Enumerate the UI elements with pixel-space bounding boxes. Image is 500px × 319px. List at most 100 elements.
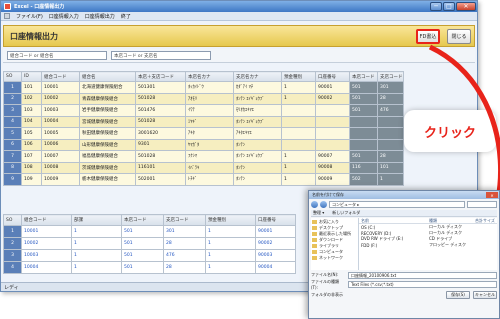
cell[interactable]: 10004 (21, 261, 72, 274)
cell[interactable]: 501028 (135, 150, 186, 163)
cell[interactable]: 3001620 (135, 127, 186, 140)
cell[interactable] (281, 115, 316, 128)
cell[interactable]: 10002 (21, 237, 72, 250)
cell[interactable]: 1 (281, 92, 316, 105)
cell[interactable]: 青森健康保険組合 (79, 92, 136, 105)
address-bar[interactable]: コンピュータ ▸ (329, 201, 465, 208)
cell[interactable]: 1 (205, 249, 256, 262)
cell[interactable]: 山形健康保険組合 (79, 138, 136, 151)
table-row[interactable]: 3 103 10003 岩手健康保険組合 501476 ｲﾜﾃ ﾓﾘｵｶｴｷﾏｴ… (3, 104, 404, 117)
filename-input[interactable]: 口座情報_20100906.txt (348, 271, 497, 279)
cell[interactable] (281, 127, 316, 140)
cell[interactable]: 502 (349, 173, 378, 186)
menu-exit[interactable]: 終了 (121, 13, 131, 20)
dialog-close-button[interactable]: ✕ (486, 192, 498, 198)
cell[interactable]: 501 (349, 104, 378, 117)
cell[interactable]: 501 (121, 261, 164, 274)
table-row[interactable]: 3 10003 1 501 476 1 90003 (3, 249, 296, 262)
cell[interactable] (349, 127, 378, 140)
cell[interactable]: ｱｵﾓﾘ (185, 92, 234, 105)
cell[interactable]: ﾎﾝﾃﾝ (233, 161, 282, 174)
col-header[interactable]: 部課 (71, 214, 122, 226)
cell[interactable]: ﾎﾝﾃﾝ ｴｲｷﾞｮｳﾌﾞ (233, 115, 282, 128)
cell[interactable] (315, 104, 350, 117)
cell[interactable]: 1 (205, 225, 256, 238)
cell[interactable]: 301 (377, 81, 404, 94)
menu-account-output[interactable]: 口座情報出力 (85, 13, 115, 20)
cell[interactable]: ﾌｸｼﾏ (185, 150, 234, 163)
list-item[interactable]: FDD (F:) フロッピー ディスク (359, 242, 497, 248)
table-row[interactable]: 7 107 10007 福島健康保険組合 501028 ﾌｸｼﾏ ﾎﾝﾃﾝ ｴｲ… (3, 150, 404, 163)
cell[interactable]: 90007 (315, 150, 350, 163)
cell[interactable]: 501 (349, 150, 378, 163)
window-close-button[interactable]: ✕ (456, 2, 476, 11)
cell[interactable]: 116 (349, 161, 378, 174)
cell[interactable]: 501 (121, 225, 164, 238)
cell[interactable]: 10004 (41, 115, 80, 128)
cell[interactable]: 28 (377, 92, 404, 105)
cell[interactable]: 秋田健康保険組合 (79, 127, 136, 140)
cell[interactable]: 90008 (315, 161, 350, 174)
cell[interactable]: 10001 (41, 81, 80, 94)
col-header[interactable]: ID (21, 71, 42, 82)
cell[interactable]: 90002 (315, 92, 350, 105)
cell[interactable]: 90004 (255, 261, 296, 274)
row-number[interactable]: 8 (3, 161, 22, 174)
cell[interactable]: 1 (377, 173, 404, 186)
cell[interactable]: 501028 (135, 92, 186, 105)
cell[interactable]: 茨城健康保険組合 (79, 161, 136, 174)
col-header[interactable]: SO (3, 71, 22, 82)
col-header[interactable]: 支店コード (377, 71, 404, 82)
cell[interactable]: 1 (205, 237, 256, 250)
cell[interactable]: 10003 (21, 249, 72, 262)
row-number[interactable]: 1 (3, 225, 22, 238)
cell[interactable]: 501301 (135, 81, 186, 94)
table-row[interactable]: 8 108 10008 茨城健康保険組合 116101 ｲﾊﾞﾗｷ ﾎﾝﾃﾝ 1… (3, 161, 404, 174)
cell[interactable]: 104 (21, 115, 42, 128)
col-header[interactable]: 支店名カナ (233, 71, 282, 82)
cell[interactable]: 10001 (21, 225, 72, 238)
cell[interactable]: 栃木健康保険組合 (79, 173, 136, 186)
cell[interactable]: 1 (71, 261, 122, 274)
nav-item[interactable]: ネットワーク (312, 255, 357, 261)
col-header[interactable]: 口座番号 (315, 71, 350, 82)
cell[interactable]: 10005 (41, 127, 80, 140)
cell[interactable]: 501 (121, 237, 164, 250)
forward-icon[interactable] (320, 201, 327, 208)
row-number[interactable]: 9 (3, 173, 22, 186)
maximize-button[interactable]: □ (443, 2, 455, 11)
cell[interactable]: 301 (163, 225, 206, 238)
cell[interactable]: 101 (21, 81, 42, 94)
cell[interactable]: 116101 (135, 161, 186, 174)
table-row[interactable]: 4 10004 1 501 28 1 90004 (3, 261, 296, 274)
row-number[interactable]: 4 (3, 115, 22, 128)
row-number[interactable]: 7 (3, 150, 22, 163)
cell[interactable]: 10002 (41, 92, 80, 105)
cell[interactable] (315, 127, 350, 140)
col-header[interactable]: 組合コード (21, 214, 72, 226)
cell[interactable]: ﾓﾘｵｶｴｷﾏｴ (233, 104, 282, 117)
cell[interactable]: 1 (281, 161, 316, 174)
cell[interactable]: 90001 (255, 225, 296, 238)
row-number[interactable]: 1 (3, 81, 22, 94)
filetype-select[interactable]: Text Files (*.csv;*.txt) (348, 280, 497, 288)
menu-file[interactable]: ファイル(F) (16, 13, 43, 20)
cell[interactable]: 10006 (41, 138, 80, 151)
cell[interactable]: ｲﾜﾃ (185, 104, 234, 117)
cell[interactable]: ﾎﾝﾃﾝ ｴｲｷﾞｮｳﾌﾞ (233, 150, 282, 163)
table-row[interactable]: 5 105 10005 秋田健康保険組合 3001620 ｱｷﾀ ｱｷﾀｴｷﾏｴ (3, 127, 404, 140)
cell[interactable]: 岩手健康保険組合 (79, 104, 136, 117)
cell[interactable]: 90002 (255, 237, 296, 250)
cell[interactable]: 福島健康保険組合 (79, 150, 136, 163)
cell[interactable]: 28 (377, 150, 404, 163)
table-row[interactable]: 9 109 10009 栃木健康保険組合 502001 ﾄﾁｷﾞ ﾎﾝﾃﾝ 1 … (3, 173, 404, 186)
cell[interactable]: 476 (163, 249, 206, 262)
cell[interactable]: 106 (21, 138, 42, 151)
cell[interactable] (315, 138, 350, 151)
fd-write-button[interactable]: FD書込 (416, 29, 440, 44)
col-header[interactable]: 種類 (429, 218, 475, 224)
cell[interactable]: ｶﾀﾞｱｲ ﾏﾁ (233, 81, 282, 94)
col-header[interactable]: 名前 (359, 218, 429, 224)
cell[interactable]: 1 (71, 249, 122, 262)
cell[interactable]: 1 (71, 237, 122, 250)
